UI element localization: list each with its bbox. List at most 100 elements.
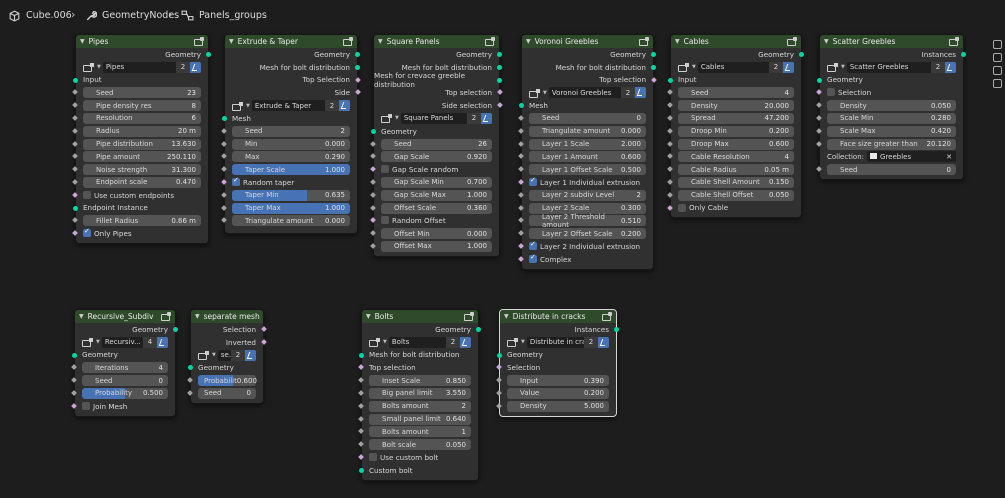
socket-output[interactable] — [206, 52, 211, 57]
collapse-chevron-icon[interactable]: ▼ — [526, 38, 531, 45]
group-name[interactable]: Scatter Greebles — [846, 61, 931, 73]
field-gap-min[interactable]: Gap Scale Min 0.700 — [370, 176, 499, 189]
field-seed[interactable]: Seed 0 — [816, 163, 963, 176]
socket-output[interactable] — [497, 52, 502, 57]
user-count[interactable]: 2 — [446, 336, 460, 348]
socket-input[interactable] — [667, 102, 673, 109]
checkbox[interactable] — [83, 190, 91, 199]
collapse-chevron-icon[interactable]: ▼ — [79, 313, 84, 320]
socket-input[interactable] — [221, 140, 227, 147]
breadcrumb-object[interactable]: Cube.006 — [8, 9, 72, 22]
field-big-panel-limit[interactable]: Big panel limit 3.550 — [358, 387, 478, 400]
socket-input[interactable] — [221, 204, 227, 211]
socket-output[interactable] — [355, 89, 361, 96]
field-noise-strength[interactable]: Noise strength 31.300 — [72, 163, 208, 176]
socket-input[interactable] — [371, 128, 376, 134]
field-resolution[interactable]: Resolution 6 — [72, 112, 208, 125]
socket-input[interactable] — [221, 127, 227, 134]
group-selector[interactable]: ▼ Square Panels 2 — [374, 112, 499, 125]
checkbox[interactable] — [232, 176, 240, 186]
group-selector[interactable]: ▼ Pipes 2 — [76, 61, 208, 74]
socket-input[interactable] — [72, 127, 78, 134]
field-offset-scale[interactable]: Offset Scale 0.360 — [370, 202, 499, 215]
field-seed[interactable]: Seed 0 — [518, 112, 653, 125]
node-bolts[interactable]: ▼ Bolts Geometry ▼ Bolts 2 Mesh for bolt di… — [358, 309, 481, 481]
collapse-chevron-icon[interactable]: ▼ — [80, 38, 85, 45]
socket-input[interactable] — [370, 204, 376, 211]
socket-input[interactable] — [370, 243, 376, 249]
socket-input[interactable] — [72, 179, 78, 185]
socket-output[interactable] — [799, 52, 804, 57]
user-count[interactable]: 4 — [143, 336, 157, 348]
socket-input[interactable] — [518, 255, 524, 262]
collapse-chevron-icon[interactable]: ▼ — [229, 38, 234, 45]
group-selector[interactable]: ▼ Extrude & Taper 2 — [225, 99, 357, 112]
socket-input[interactable] — [496, 402, 502, 409]
socket-input[interactable] — [187, 390, 193, 396]
field-offset-max[interactable]: Offset Max 1.000 — [370, 240, 499, 253]
node-separate-mesh[interactable]: ▼separate mesh Selection Inverted ▼se...… — [187, 309, 267, 404]
field-triangulate-amount[interactable]: Triangulate amount 0.000 — [221, 214, 357, 227]
checkbox[interactable] — [83, 227, 91, 238]
group-name[interactable]: Extrude & Taper — [251, 100, 325, 112]
checkbox-only-pipes[interactable]: Only Pipes — [72, 227, 208, 240]
socket-output[interactable] — [651, 76, 657, 83]
field-cable-radius[interactable]: Cable Radius 0.05 m — [667, 163, 801, 176]
field-pipe-density[interactable]: Pipe density res 8 — [72, 99, 208, 112]
fake-user-icon[interactable] — [460, 336, 471, 348]
socket-input[interactable] — [518, 230, 524, 236]
socket-output[interactable] — [497, 64, 502, 70]
checkbox-selection[interactable]: Selection — [816, 86, 963, 99]
node-recursive-subdiv[interactable]: ▼ Recursive_Subdiv Geometry ▼ Recursiv... 4… — [71, 309, 178, 417]
fake-user-icon[interactable] — [783, 61, 794, 73]
fake-user-icon[interactable] — [945, 61, 956, 73]
socket-input[interactable] — [518, 217, 524, 224]
socket-input[interactable] — [496, 390, 502, 396]
socket-input[interactable] — [667, 140, 673, 147]
checkbox[interactable] — [678, 203, 686, 212]
socket-input[interactable] — [816, 127, 822, 134]
socket-input[interactable] — [667, 204, 673, 211]
socket-input[interactable] — [358, 428, 364, 435]
user-count[interactable]: 2 — [325, 100, 339, 112]
socket-input[interactable] — [667, 127, 673, 134]
socket-input[interactable] — [518, 166, 524, 173]
collapse-chevron-icon[interactable]: ▼ — [824, 38, 829, 45]
node-header[interactable]: ▼ Cables — [671, 35, 801, 48]
socket-input[interactable] — [816, 140, 822, 147]
field-pipe-amount[interactable]: Pipe amount 250.110 — [72, 150, 208, 163]
socket-input[interactable] — [370, 179, 376, 185]
fake-user-icon[interactable] — [157, 336, 168, 348]
field-density[interactable]: Density 5.000 — [496, 400, 616, 413]
field-max[interactable]: Max 0.290 — [221, 150, 357, 163]
socket-output[interactable] — [261, 338, 267, 345]
field-small-panel-limit[interactable]: Small panel limit 0.640 — [358, 413, 478, 426]
fake-user-icon[interactable] — [598, 336, 609, 348]
field-seed[interactable]: Seed 26 — [370, 138, 499, 151]
fake-user-icon[interactable] — [635, 87, 646, 99]
field-iterations[interactable]: Iterations 4 — [71, 361, 175, 374]
socket-input[interactable] — [518, 127, 524, 134]
socket-input[interactable] — [497, 352, 502, 358]
slider-probability[interactable]: Probabilit 0.600 — [187, 374, 263, 387]
socket-input[interactable] — [667, 115, 673, 121]
node-header[interactable]: ▼ Distribute in cracks — [500, 310, 616, 323]
socket-output[interactable] — [476, 327, 481, 332]
socket-input[interactable] — [518, 243, 524, 249]
socket-input[interactable] — [667, 153, 673, 160]
socket-input[interactable] — [72, 191, 78, 198]
socket-input[interactable] — [668, 77, 673, 83]
socket-input[interactable] — [518, 204, 524, 211]
socket-output[interactable] — [261, 326, 267, 332]
field-seed[interactable]: Seed 4 — [667, 86, 801, 99]
field-seed[interactable]: Seed 0 — [187, 387, 263, 400]
node-header[interactable]: ▼ Scatter Greebles — [820, 35, 963, 48]
group-name[interactable]: Cables — [697, 61, 769, 73]
user-count[interactable]: 2 — [584, 336, 598, 348]
node-scatter-greebles[interactable]: ▼ Scatter Greebles Instances ▼ Scatter Gre… — [816, 34, 966, 180]
group-name[interactable]: Pipes — [102, 61, 176, 73]
field-triangulate-amount[interactable]: Triangulate amount 0.000 — [518, 125, 653, 138]
socket-input[interactable] — [816, 115, 822, 121]
collapse-chevron-icon[interactable]: ▼ — [366, 313, 371, 320]
toolbar-toggle-icon[interactable] — [993, 40, 1002, 49]
